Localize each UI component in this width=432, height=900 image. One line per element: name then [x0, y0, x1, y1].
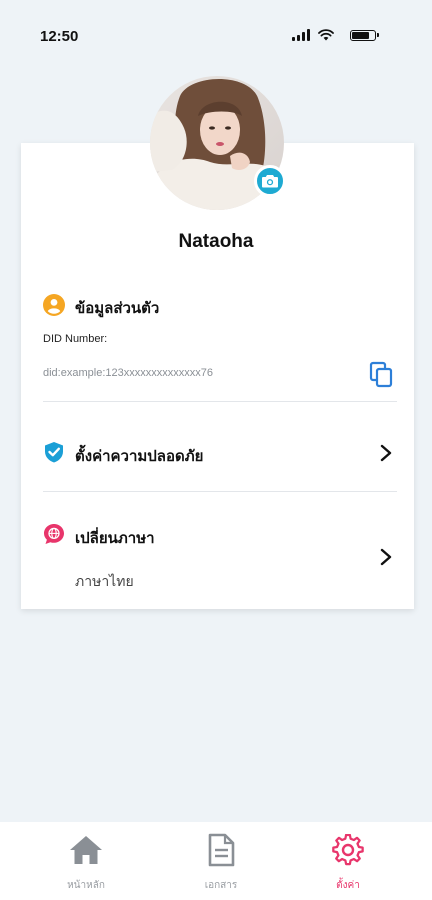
signal-icon — [292, 29, 310, 41]
change-language-title: เปลี่ยนภาษา — [75, 530, 155, 547]
chevron-right-icon[interactable] — [378, 444, 394, 462]
camera-icon — [262, 175, 278, 188]
nav-label-settings: ตั้งค่า — [336, 880, 360, 891]
nav-label-documents: เอกสาร — [204, 880, 238, 891]
status-time: 12:50 — [40, 28, 79, 45]
language-icon — [44, 524, 64, 544]
profile-name: Nataoha — [178, 231, 254, 252]
bottom-navigation: หน้าหลัก เอกสาร ตั้งค่า — [0, 822, 432, 900]
nav-item-settings[interactable]: ตั้งค่า — [308, 832, 388, 893]
shield-icon — [45, 442, 63, 463]
personal-info-title: ข้อมูลส่วนตัว — [75, 300, 160, 317]
avatar-container — [150, 76, 286, 210]
chevron-right-icon[interactable] — [378, 548, 394, 566]
did-value: did:example:123xxxxxxxxxxxxxx76 — [43, 367, 213, 379]
home-icon — [70, 836, 102, 864]
copy-icon[interactable] — [369, 361, 395, 389]
security-settings-title: ตั้งค่าความปลอดภัย — [75, 448, 204, 465]
wifi-icon — [318, 29, 334, 41]
change-photo-button[interactable] — [254, 165, 286, 197]
status-icons — [292, 29, 380, 41]
nav-item-documents[interactable]: เอกสาร — [181, 832, 261, 893]
current-language: ภาษาไทย — [75, 573, 134, 589]
document-icon — [208, 833, 235, 867]
nav-label-home: หน้าหลัก — [67, 880, 105, 891]
status-bar: 12:50 — [0, 0, 432, 74]
divider — [43, 401, 397, 402]
did-label: DID Number: — [43, 333, 108, 345]
user-icon — [43, 294, 65, 316]
gear-icon — [332, 834, 364, 866]
divider — [43, 491, 397, 492]
battery-icon — [350, 29, 380, 41]
nav-item-home[interactable]: หน้าหลัก — [46, 832, 126, 893]
